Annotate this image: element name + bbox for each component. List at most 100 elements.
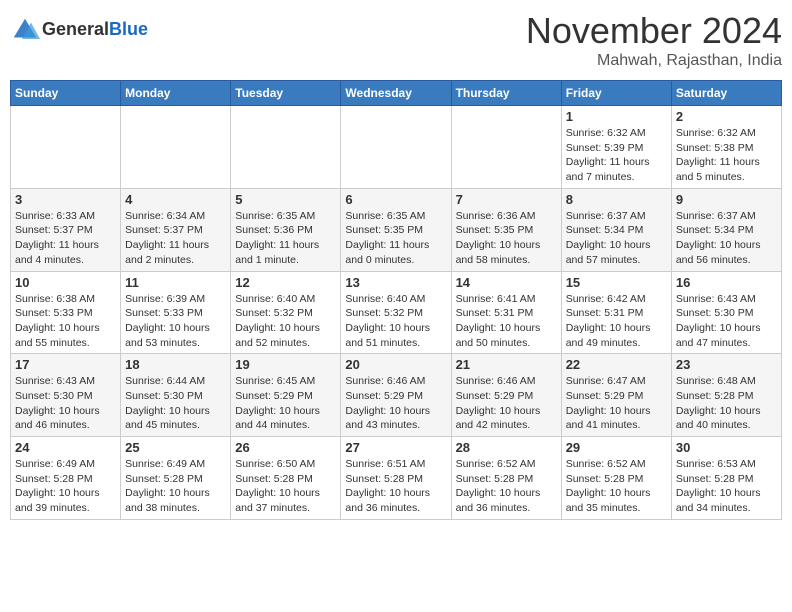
day-info: Sunrise: 6:36 AM Sunset: 5:35 PM Dayligh… <box>456 209 557 268</box>
day-number: 11 <box>125 275 226 290</box>
page-header: GeneralBlue November 2024 Mahwah, Rajast… <box>10 10 782 70</box>
day-info: Sunrise: 6:51 AM Sunset: 5:28 PM Dayligh… <box>345 457 446 516</box>
weekday-header-monday: Monday <box>121 81 231 106</box>
day-info: Sunrise: 6:44 AM Sunset: 5:30 PM Dayligh… <box>125 374 226 433</box>
calendar-cell: 22Sunrise: 6:47 AM Sunset: 5:29 PM Dayli… <box>561 354 671 437</box>
calendar-table: SundayMondayTuesdayWednesdayThursdayFrid… <box>10 80 782 520</box>
calendar-cell: 11 Sunrise: 6:39 AM Sunset: 5:33 PM Dayli… <box>121 271 231 354</box>
day-number: 5 <box>235 192 336 207</box>
day-info: Sunrise: 6:39 AM Sunset: 5:33 PM Dayligh… <box>125 292 226 351</box>
day-number: 15 <box>566 275 667 290</box>
calendar-cell: 14Sunrise: 6:41 AM Sunset: 5:31 PM Dayli… <box>451 271 561 354</box>
title-block: November 2024 Mahwah, Rajasthan, India <box>526 10 782 70</box>
logo-text: GeneralBlue <box>42 20 148 40</box>
weekday-header-saturday: Saturday <box>671 81 781 106</box>
day-info: Sunrise: 6:43 AM Sunset: 5:30 PM Dayligh… <box>15 374 116 433</box>
day-info: Sunrise: 6:32 AM Sunset: 5:38 PM Dayligh… <box>676 126 777 185</box>
calendar-cell <box>11 106 121 189</box>
calendar-cell: 9 Sunrise: 6:37 AM Sunset: 5:34 PM Daylig… <box>671 188 781 271</box>
day-info: Sunrise: 6:37 AM Sunset: 5:34 PM Dayligh… <box>566 209 667 268</box>
calendar-cell: 16 Sunrise: 6:43 AM Sunset: 5:30 PM Dayli… <box>671 271 781 354</box>
logo-icon <box>10 15 40 45</box>
calendar-header: SundayMondayTuesdayWednesdayThursdayFrid… <box>11 81 782 106</box>
day-info: Sunrise: 6:35 AM Sunset: 5:35 PM Dayligh… <box>345 209 446 268</box>
day-info: Sunrise: 6:33 AM Sunset: 5:37 PM Dayligh… <box>15 209 116 268</box>
day-info: Sunrise: 6:49 AM Sunset: 5:28 PM Dayligh… <box>125 457 226 516</box>
day-number: 10 <box>15 275 116 290</box>
calendar-cell: 19 Sunrise: 6:45 AM Sunset: 5:29 PM Dayli… <box>231 354 341 437</box>
calendar-cell: 5 Sunrise: 6:35 AM Sunset: 5:36 PM Daylig… <box>231 188 341 271</box>
weekday-header-row: SundayMondayTuesdayWednesdayThursdayFrid… <box>11 81 782 106</box>
calendar-cell: 2 Sunrise: 6:32 AM Sunset: 5:38 PM Daylig… <box>671 106 781 189</box>
weekday-header-sunday: Sunday <box>11 81 121 106</box>
day-info: Sunrise: 6:34 AM Sunset: 5:37 PM Dayligh… <box>125 209 226 268</box>
day-number: 29 <box>566 440 667 455</box>
weekday-header-wednesday: Wednesday <box>341 81 451 106</box>
day-number: 13 <box>345 275 446 290</box>
day-number: 25 <box>125 440 226 455</box>
location-title: Mahwah, Rajasthan, India <box>526 52 782 70</box>
day-info: Sunrise: 6:48 AM Sunset: 5:28 PM Dayligh… <box>676 374 777 433</box>
day-number: 12 <box>235 275 336 290</box>
day-info: Sunrise: 6:35 AM Sunset: 5:36 PM Dayligh… <box>235 209 336 268</box>
calendar-week-3: 10 Sunrise: 6:38 AM Sunset: 5:33 PM Dayli… <box>11 271 782 354</box>
calendar-cell: 28Sunrise: 6:52 AM Sunset: 5:28 PM Dayli… <box>451 437 561 520</box>
calendar-cell: 10 Sunrise: 6:38 AM Sunset: 5:33 PM Dayli… <box>11 271 121 354</box>
day-info: Sunrise: 6:47 AM Sunset: 5:29 PM Dayligh… <box>566 374 667 433</box>
day-info: Sunrise: 6:42 AM Sunset: 5:31 PM Dayligh… <box>566 292 667 351</box>
day-info: Sunrise: 6:43 AM Sunset: 5:30 PM Dayligh… <box>676 292 777 351</box>
day-info: Sunrise: 6:49 AM Sunset: 5:28 PM Dayligh… <box>15 457 116 516</box>
calendar-week-5: 24 Sunrise: 6:49 AM Sunset: 5:28 PM Dayli… <box>11 437 782 520</box>
day-number: 2 <box>676 109 777 124</box>
calendar-cell <box>121 106 231 189</box>
day-number: 1 <box>566 109 667 124</box>
calendar-week-1: 1 Sunrise: 6:32 AM Sunset: 5:39 PM Daylig… <box>11 106 782 189</box>
calendar-cell <box>451 106 561 189</box>
calendar-week-2: 3 Sunrise: 6:33 AM Sunset: 5:37 PM Daylig… <box>11 188 782 271</box>
calendar-cell: 29Sunrise: 6:52 AM Sunset: 5:28 PM Dayli… <box>561 437 671 520</box>
day-info: Sunrise: 6:41 AM Sunset: 5:31 PM Dayligh… <box>456 292 557 351</box>
day-number: 17 <box>15 357 116 372</box>
day-number: 7 <box>456 192 557 207</box>
calendar-cell: 1 Sunrise: 6:32 AM Sunset: 5:39 PM Daylig… <box>561 106 671 189</box>
day-info: Sunrise: 6:45 AM Sunset: 5:29 PM Dayligh… <box>235 374 336 433</box>
day-number: 30 <box>676 440 777 455</box>
weekday-header-thursday: Thursday <box>451 81 561 106</box>
calendar-week-4: 17 Sunrise: 6:43 AM Sunset: 5:30 PM Dayli… <box>11 354 782 437</box>
day-info: Sunrise: 6:40 AM Sunset: 5:32 PM Dayligh… <box>345 292 446 351</box>
day-info: Sunrise: 6:40 AM Sunset: 5:32 PM Dayligh… <box>235 292 336 351</box>
calendar-cell: 12 Sunrise: 6:40 AM Sunset: 5:32 PM Dayli… <box>231 271 341 354</box>
day-number: 26 <box>235 440 336 455</box>
day-number: 27 <box>345 440 446 455</box>
day-info: Sunrise: 6:32 AM Sunset: 5:39 PM Dayligh… <box>566 126 667 185</box>
calendar-cell: 27 Sunrise: 6:51 AM Sunset: 5:28 PM Dayli… <box>341 437 451 520</box>
calendar-cell: 8 Sunrise: 6:37 AM Sunset: 5:34 PM Daylig… <box>561 188 671 271</box>
calendar-cell: 30Sunrise: 6:53 AM Sunset: 5:28 PM Dayli… <box>671 437 781 520</box>
day-info: Sunrise: 6:46 AM Sunset: 5:29 PM Dayligh… <box>345 374 446 433</box>
day-number: 19 <box>235 357 336 372</box>
day-number: 24 <box>15 440 116 455</box>
day-info: Sunrise: 6:46 AM Sunset: 5:29 PM Dayligh… <box>456 374 557 433</box>
day-number: 4 <box>125 192 226 207</box>
calendar-cell: 26Sunrise: 6:50 AM Sunset: 5:28 PM Dayli… <box>231 437 341 520</box>
calendar-cell <box>341 106 451 189</box>
day-number: 18 <box>125 357 226 372</box>
calendar-cell: 7 Sunrise: 6:36 AM Sunset: 5:35 PM Daylig… <box>451 188 561 271</box>
weekday-header-tuesday: Tuesday <box>231 81 341 106</box>
day-info: Sunrise: 6:38 AM Sunset: 5:33 PM Dayligh… <box>15 292 116 351</box>
calendar-cell: 15 Sunrise: 6:42 AM Sunset: 5:31 PM Dayli… <box>561 271 671 354</box>
day-number: 23 <box>676 357 777 372</box>
day-number: 16 <box>676 275 777 290</box>
day-number: 3 <box>15 192 116 207</box>
day-info: Sunrise: 6:37 AM Sunset: 5:34 PM Dayligh… <box>676 209 777 268</box>
day-number: 9 <box>676 192 777 207</box>
calendar-cell: 6Sunrise: 6:35 AM Sunset: 5:35 PM Daylig… <box>341 188 451 271</box>
month-title: November 2024 <box>526 10 782 52</box>
calendar-cell: 17 Sunrise: 6:43 AM Sunset: 5:30 PM Dayli… <box>11 354 121 437</box>
calendar-body: 1 Sunrise: 6:32 AM Sunset: 5:39 PM Daylig… <box>11 106 782 520</box>
day-info: Sunrise: 6:52 AM Sunset: 5:28 PM Dayligh… <box>456 457 557 516</box>
day-number: 8 <box>566 192 667 207</box>
calendar-cell: 21Sunrise: 6:46 AM Sunset: 5:29 PM Dayli… <box>451 354 561 437</box>
calendar-cell: 25 Sunrise: 6:49 AM Sunset: 5:28 PM Dayli… <box>121 437 231 520</box>
calendar-cell: 24 Sunrise: 6:49 AM Sunset: 5:28 PM Dayli… <box>11 437 121 520</box>
